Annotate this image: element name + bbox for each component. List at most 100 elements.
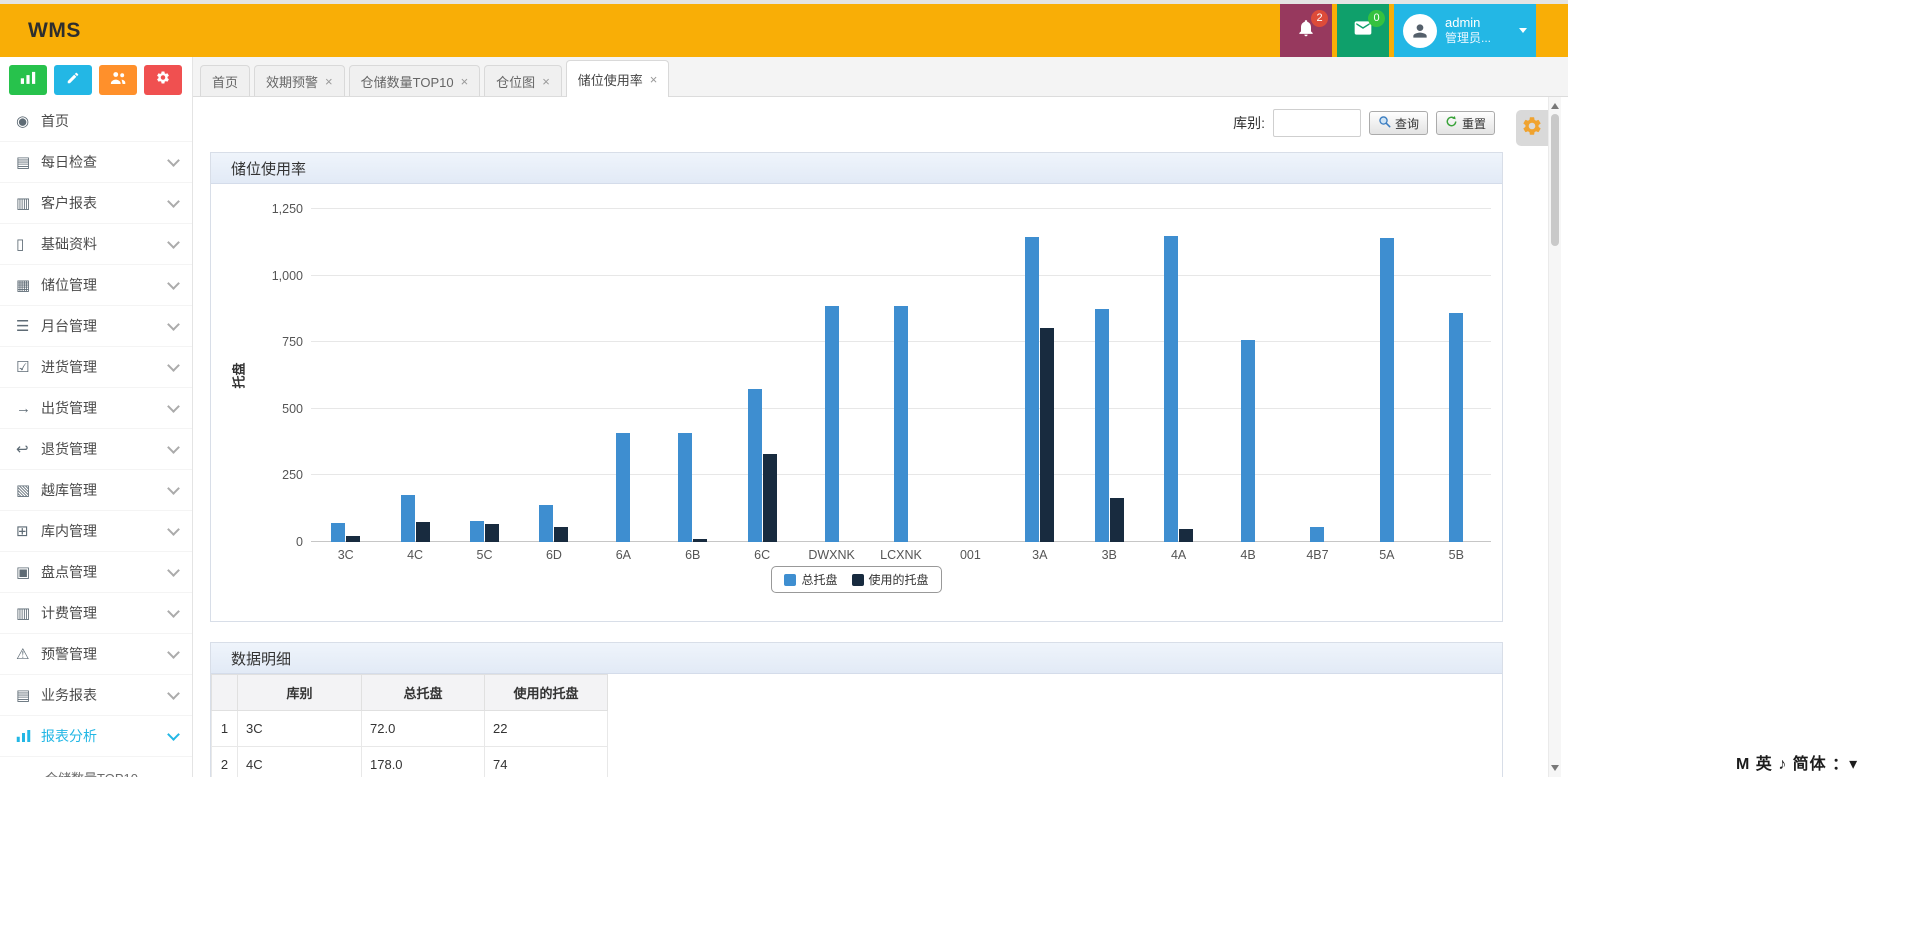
table-row[interactable]: 24C178.074 <box>212 747 608 778</box>
avatar <box>1403 14 1437 48</box>
x-tick-label: 001 <box>936 548 1005 562</box>
x-tick-label: 6D <box>519 548 588 562</box>
chevron-down-icon <box>167 728 180 741</box>
alert-icon: ⚠ <box>16 645 41 663</box>
tab-home[interactable]: 首页 <box>200 65 250 96</box>
sidebar-item-returns[interactable]: ↩退货管理 <box>0 429 192 470</box>
chevron-down-icon <box>1519 28 1527 33</box>
scroll-down-arrow[interactable] <box>1549 761 1561 775</box>
bar-group-6C <box>727 209 796 542</box>
bar-group-5B <box>1422 209 1491 542</box>
close-icon[interactable]: × <box>542 75 550 88</box>
sidebar-item-home[interactable]: ◉首页 <box>0 101 192 142</box>
business-icon: ▤ <box>16 686 41 704</box>
x-tick-label: 3B <box>1075 548 1144 562</box>
sidebar-item-report-analysis[interactable]: 报表分析 <box>0 716 192 757</box>
close-icon[interactable]: × <box>650 73 658 86</box>
settings-icon <box>155 70 171 90</box>
sidebar-item-inbound[interactable]: ☑进货管理 <box>0 347 192 388</box>
y-axis-labels: 02505007501,0001,250 <box>211 209 303 542</box>
y-tick-label: 0 <box>211 534 303 550</box>
chevron-down-icon <box>167 687 180 700</box>
y-tick-label: 500 <box>211 401 303 417</box>
sidebar-item-business-report[interactable]: ▤业务报表 <box>0 675 192 716</box>
warehouse-filter-input[interactable] <box>1273 109 1361 137</box>
chart-shortcut-button[interactable] <box>9 65 47 95</box>
ime-toolbar[interactable]: M 英 ♪ 简体 ：▾ <box>1736 750 1858 774</box>
data-detail-panel: 数据明细 库别总托盘使用的托盘13C72.02224C178.074 <box>210 642 1503 777</box>
used-pallets-bar <box>1040 328 1054 542</box>
users-shortcut-button[interactable] <box>99 65 137 95</box>
total-pallets-bar <box>401 495 415 542</box>
used-pallets-bar <box>1110 498 1124 542</box>
tab-label: 储位使用率 <box>578 70 643 89</box>
total-pallets-bar <box>1241 340 1255 542</box>
sidebar-item-stocktake[interactable]: ▣盘点管理 <box>0 552 192 593</box>
reset-button[interactable]: 重置 <box>1436 111 1495 135</box>
legend-item-used-pallets[interactable]: 使用的托盘 <box>852 571 929 588</box>
data-detail-panel-title: 数据明细 <box>231 648 291 669</box>
chevron-down-icon <box>167 277 180 290</box>
username: admin <box>1445 15 1511 31</box>
tab-storage-usage[interactable]: 储位使用率 × <box>566 60 670 97</box>
gear-icon <box>1521 115 1543 142</box>
tab-location-map[interactable]: 仓位图× <box>484 65 562 96</box>
edit-icon <box>66 71 80 90</box>
close-icon[interactable]: × <box>461 75 469 88</box>
legend-item-total-pallets[interactable]: 总托盘 <box>784 571 837 588</box>
used-pallets-bar <box>693 539 707 542</box>
reset-button-label: 重置 <box>1462 115 1486 132</box>
sidebar-item-label: 退货管理 <box>41 439 169 459</box>
bar-group-5C <box>450 209 519 542</box>
sidebar-item-daily-check[interactable]: ▤每日检查 <box>0 142 192 183</box>
vertical-scrollbar[interactable] <box>1548 97 1561 777</box>
cross-icon: ▧ <box>16 481 41 499</box>
sidebar-item-storage-location[interactable]: ▦储位管理 <box>0 265 192 306</box>
app-logo: WMS <box>28 4 81 57</box>
search-button[interactable]: 查询 <box>1369 111 1428 135</box>
table-cell: 2 <box>212 747 238 778</box>
used-pallets-bar <box>1179 529 1193 542</box>
tab-label: 仓储数量TOP10 <box>361 72 454 91</box>
x-tick-label: 6B <box>658 548 727 562</box>
x-tick-label: 3A <box>1005 548 1074 562</box>
sidebar-item-billing[interactable]: ▥计费管理 <box>0 593 192 634</box>
column-header: 库别 <box>238 675 362 711</box>
table-row[interactable]: 13C72.022 <box>212 711 608 747</box>
sidebar-item-cross-dock[interactable]: ▧越库管理 <box>0 470 192 511</box>
column-header: 总托盘 <box>362 675 485 711</box>
tab-expiry-alert[interactable]: 效期预警× <box>254 65 345 96</box>
settings-gear-button[interactable] <box>1516 110 1548 146</box>
edit-shortcut-button[interactable] <box>54 65 92 95</box>
messages-button[interactable]: 0 <box>1337 4 1389 57</box>
scrollbar-thumb[interactable] <box>1551 114 1559 246</box>
sidebar-item-customer-report[interactable]: ▥客户报表 <box>0 183 192 224</box>
sidebar-item-in-warehouse[interactable]: ⊞库内管理 <box>0 511 192 552</box>
notifications-button[interactable]: 2 <box>1280 4 1332 57</box>
user-info: admin 管理员... <box>1445 15 1511 46</box>
total-pallets-bar <box>1310 527 1324 542</box>
tab-storage-top10[interactable]: 仓储数量TOP10 × <box>349 65 481 96</box>
sidebar-item-label: 每日检查 <box>41 152 169 172</box>
table-cell: 4C <box>238 747 362 778</box>
total-pallets-bar <box>678 433 692 542</box>
close-icon[interactable]: × <box>325 75 333 88</box>
chart-icon <box>20 70 36 90</box>
bar-group-4C <box>380 209 449 542</box>
user-menu[interactable]: admin 管理员... <box>1394 4 1536 57</box>
sidebar-item-alerts[interactable]: ⚠预警管理 <box>0 634 192 675</box>
tab-content: 库别: 查询 重置 <box>193 97 1568 777</box>
tab-label: 首页 <box>212 72 238 91</box>
sidebar-quick-buttons <box>0 57 192 101</box>
scroll-up-arrow[interactable] <box>1549 99 1561 113</box>
sidebar-item-dock[interactable]: ☰月台管理 <box>0 306 192 347</box>
sidebar-item-label: 预警管理 <box>41 644 169 664</box>
sidebar-item-outbound[interactable]: →出货管理 <box>0 388 192 429</box>
bar-group-3B <box>1075 209 1144 542</box>
sidebar-subitem-storage-top10[interactable]: 仓储数量TOP10 <box>0 757 192 777</box>
sidebar-item-label: 储位管理 <box>41 275 169 295</box>
sidebar-item-basic-data[interactable]: ▯基础资料 <box>0 224 192 265</box>
sidebar-item-label: 基础资料 <box>41 234 169 254</box>
settings-shortcut-button[interactable] <box>144 65 182 95</box>
legend-label: 总托盘 <box>801 571 837 588</box>
